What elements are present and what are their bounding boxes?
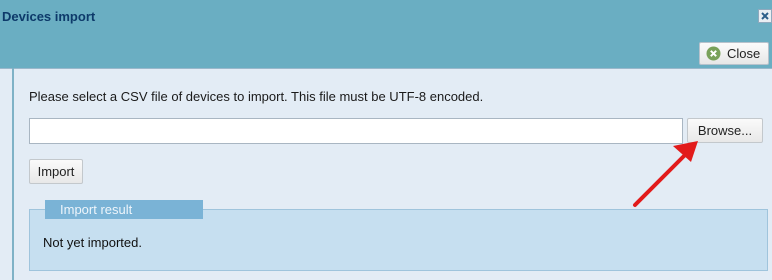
close-button[interactable]: Close (699, 42, 769, 65)
import-instructions: Please select a CSV file of devices to i… (29, 89, 484, 104)
import-result-legend: Import result (45, 200, 203, 219)
close-button-label: Close (727, 46, 761, 61)
close-circle-icon (706, 46, 721, 61)
dialog-button-pane: Close (0, 40, 772, 69)
dialog-title: Devices import (2, 9, 96, 24)
devices-import-dialog: Devices import Close Please select a CSV… (0, 0, 772, 280)
csv-file-input[interactable] (29, 118, 683, 144)
content-left-border (12, 68, 14, 280)
dialog-titlebar: Devices import (0, 0, 772, 40)
import-result-text: Not yet imported. (43, 235, 142, 250)
annotation-arrow-icon (633, 141, 698, 207)
titlebar-close-icon[interactable] (758, 9, 772, 23)
import-button[interactable]: Import (29, 159, 83, 184)
